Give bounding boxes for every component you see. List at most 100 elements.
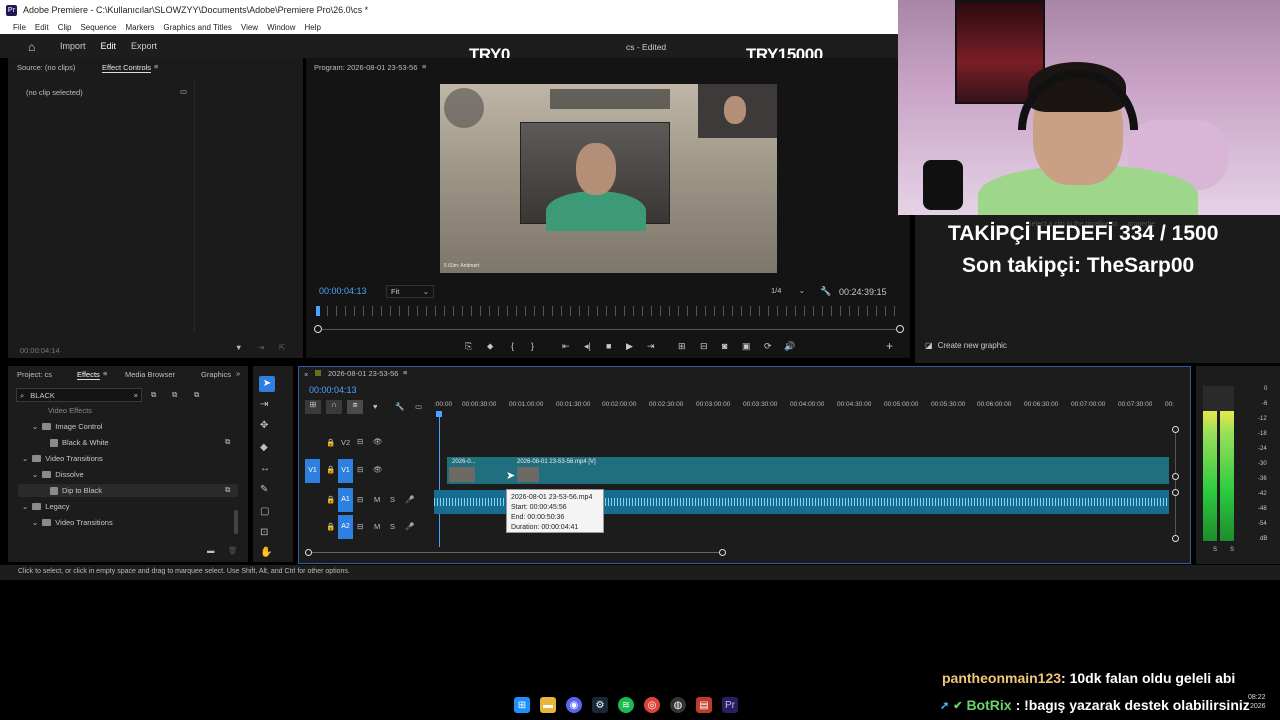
menu-graphics[interactable]: Graphics and Titles [163,23,231,32]
steam-icon[interactable]: ⚙ [592,697,608,713]
horizontal-scroll[interactable] [309,552,723,553]
file-explorer-icon[interactable]: ▬ [540,697,556,713]
mark-out-icon[interactable]: } [531,341,534,351]
razor-icon[interactable]: ◆ [260,442,268,453]
rectangle-icon[interactable]: ▢ [260,506,269,517]
go-to-out-icon[interactable]: ⇥ [647,341,655,352]
tab-edit[interactable]: Edit [101,41,117,51]
sync-lock-icon[interactable]: ⊟ [357,495,363,504]
track-v1-label[interactable]: V1 [338,459,353,483]
more-tabs-icon[interactable]: » [236,369,240,378]
slip-icon[interactable]: ↔ [260,463,270,474]
sync-lock-icon[interactable]: ⊟ [357,522,363,531]
selection-tool-icon[interactable]: ➤ [259,376,275,392]
hand-icon[interactable]: ⊡ [260,527,268,538]
zoom-handle-right[interactable] [896,325,904,333]
mute-button[interactable]: M [374,522,380,531]
tab-export[interactable]: Export [131,41,157,51]
program-menu-icon[interactable]: ≡ [422,62,426,71]
solo-button[interactable]: S [390,522,395,531]
media-app-icon[interactable]: ▤ [696,697,712,713]
lift-icon[interactable]: ⊞ [678,341,686,352]
mute-button[interactable]: M [374,495,380,504]
track-a1-label[interactable]: A1 [338,488,353,512]
marker-icon[interactable]: ⬥ [487,341,493,352]
delete-icon[interactable]: 🗑 [228,546,238,555]
timeline-playhead-line[interactable] [439,415,440,547]
tree-video-effects[interactable]: Video Effects [48,406,92,415]
menu-markers[interactable]: Markers [126,23,155,32]
eye-icon[interactable]: 👁 [373,437,383,446]
scroll-handle[interactable] [1172,426,1179,433]
timeline-settings-icon[interactable]: 🔧 [395,402,404,411]
spotify-icon[interactable]: ≋ [618,697,634,713]
program-ruler[interactable] [318,306,900,316]
tab-import[interactable]: Import [60,41,86,51]
effects-scrollbar[interactable] [234,510,238,534]
program-playhead[interactable] [316,306,320,316]
lock-icon[interactable]: 🔒 [326,495,335,504]
panel-layout-icon[interactable]: ▭ [180,87,187,96]
track-select-icon[interactable]: ⇥ [260,399,268,410]
premiere-taskbar-icon[interactable]: Pr [722,697,738,713]
effects-search-input[interactable]: ⌕ BLACK × [16,388,142,402]
type-icon[interactable]: ✋ [260,547,272,558]
stop-icon[interactable]: ■ [606,341,611,351]
menu-window[interactable]: Window [267,23,295,32]
source-patch-v1[interactable]: V1 [305,459,320,483]
menu-help[interactable]: Help [305,23,321,32]
menu-sequence[interactable]: Sequence [80,23,116,32]
camera-icon[interactable]: ◙ [722,341,727,351]
lock-icon[interactable]: 🔒 [326,438,335,447]
effects-menu-icon[interactable]: ≡ [103,369,107,378]
mic-icon[interactable]: 🎤 [405,495,414,504]
play-icon[interactable]: ▶ [626,341,633,352]
extract-icon[interactable]: ⊟ [700,341,708,352]
panel-menu-icon[interactable]: ≡ [154,62,158,71]
clear-icon[interactable]: × [134,391,138,400]
obs-icon[interactable]: ◍ [670,697,686,713]
zoom-handle-left[interactable] [314,325,322,333]
volume-icon[interactable]: 🔊 [784,341,795,352]
tree-dip-to-black[interactable]: Dip to Black [18,484,238,497]
tab-project[interactable]: Project: cs [17,370,52,379]
scroll-handle[interactable] [1172,535,1179,542]
linked-selection-icon[interactable]: ⧈ [347,400,363,414]
solo-right-label[interactable]: S [1230,547,1234,553]
tab-source[interactable]: Source: (no clips) [17,63,75,72]
add-marker-icon[interactable]: ♥ [373,402,377,411]
vertical-scroll[interactable] [1175,426,1176,542]
tree-legacy-transitions[interactable]: ⌄ Video Transitions [32,518,113,527]
32bit-icon[interactable]: ⧉ [172,390,177,400]
comparison-icon[interactable]: ▣ [742,341,751,352]
new-bin-icon[interactable]: ▬ [207,546,215,555]
tab-graphics[interactable]: Graphics [201,370,231,379]
zoom-bar[interactable] [318,329,900,330]
vr-icon[interactable]: ⟳ [764,341,772,352]
go-to-in-icon[interactable]: ⇤ [562,341,570,352]
resolution-dropdown[interactable]: 1/4 ⌄ [767,285,809,298]
tab-effect-controls[interactable]: Effect Controls [102,63,152,73]
tab-media-browser[interactable]: Media Browser [125,370,175,379]
scroll-handle-left[interactable] [305,549,312,556]
step-back-icon[interactable]: ◂| [584,341,591,352]
yuv-icon[interactable]: ⧉ [194,390,199,400]
mic-icon[interactable]: 🎤 [405,522,414,531]
export-frame-icon[interactable]: ⇥ [258,343,264,352]
nest-icon[interactable]: ⊞ [305,400,321,414]
menu-edit[interactable]: Edit [35,23,49,32]
scroll-handle[interactable] [1172,473,1179,480]
timeline-timecode[interactable]: 00:00:04:13 [309,385,357,395]
lock-icon[interactable]: 🔒 [326,465,335,474]
scroll-handle-right[interactable] [719,549,726,556]
filter-icon[interactable]: ▼ [235,343,242,352]
tree-image-control[interactable]: ⌄ Image Control [32,422,102,431]
sequence-name[interactable]: 2026-08-01 23-53-56 [328,369,398,378]
track-a2-label[interactable]: A2 [338,515,353,539]
mark-in-icon[interactable]: { [511,341,514,351]
pen-icon[interactable]: ✎ [260,484,268,495]
system-clock[interactable]: 08:22 2026 [1248,693,1266,711]
tree-black-white[interactable]: Black & White [50,438,109,447]
tree-video-transitions[interactable]: ⌄ Video Transitions [22,454,103,463]
ripple-edit-icon[interactable]: ✥ [260,420,268,431]
